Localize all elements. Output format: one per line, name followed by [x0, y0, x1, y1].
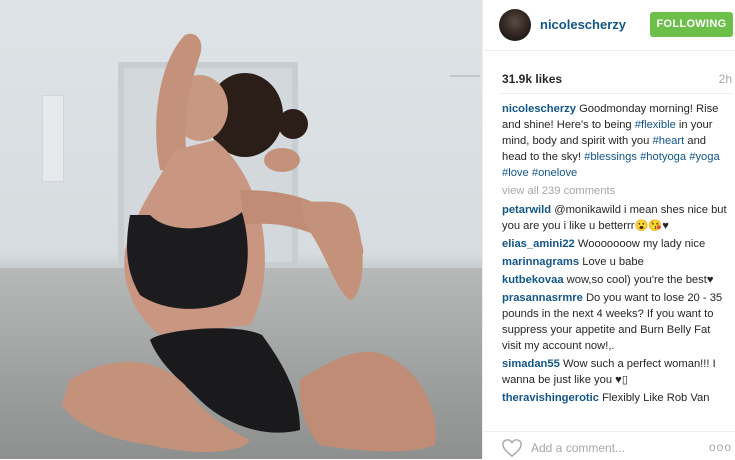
hashtag-link[interactable]: #blessings: [584, 151, 637, 163]
photo-figure: [62, 33, 436, 452]
following-button[interactable]: FOLLOWING: [650, 12, 733, 37]
hashtag-link[interactable]: #hotyoga: [640, 151, 686, 163]
post-time[interactable]: 2h: [719, 72, 732, 86]
caption: nicolescherzy Goodmonday morning! Rise a…: [502, 101, 730, 181]
comment-text: wow,so cool) you're the best♥: [563, 274, 714, 286]
comment-text: Wooooooow my lady nice: [574, 238, 706, 250]
comment-username[interactable]: theravishingerotic: [502, 392, 599, 404]
post-view: nicolescherzy FOLLOWING 31.9k likes 2h n…: [0, 0, 735, 459]
comment-username[interactable]: simadan55: [502, 358, 560, 370]
hashtag-link[interactable]: #love: [502, 167, 529, 179]
hashtag-link[interactable]: #yoga: [689, 151, 719, 163]
view-all-comments-link[interactable]: view all 239 comments: [502, 183, 730, 199]
post-header: nicolescherzy FOLLOWING: [483, 0, 735, 51]
post-side-panel: nicolescherzy FOLLOWING 31.9k likes 2h n…: [482, 0, 735, 459]
comment-text: Love u babe: [579, 256, 644, 268]
caption-username[interactable]: nicolescherzy: [502, 103, 576, 115]
divider: [499, 93, 732, 94]
comment-text: Flexibly Like Rob Van: [598, 392, 710, 404]
post-username[interactable]: nicolescherzy: [540, 17, 626, 32]
post-photo[interactable]: [0, 0, 482, 459]
hashtag-link[interactable]: #flexible: [635, 119, 676, 131]
comment-username[interactable]: kutbekovaa: [502, 274, 564, 286]
add-comment-input[interactable]: Add a comment...: [531, 441, 625, 455]
comment-username[interactable]: petarwild: [502, 204, 551, 216]
heart-icon[interactable]: [501, 438, 523, 458]
comment-entries: petarwild @monikawild i mean shes nice b…: [502, 202, 730, 406]
comment-item: theravishingerotic Flexibly Like Rob Van: [502, 390, 730, 406]
more-options-icon[interactable]: ooo: [709, 440, 732, 454]
comments-list: nicolescherzy Goodmonday morning! Rise a…: [502, 101, 730, 408]
comment-item: petarwild @monikawild i mean shes nice b…: [502, 202, 730, 234]
comment-item: prasannasrmre Do you want to lose 20 - 3…: [502, 290, 730, 354]
comment-item: simadan55 Wow such a perfect woman!!! I …: [502, 356, 730, 388]
hashtag-link[interactable]: #onelove: [532, 167, 577, 179]
comment-username[interactable]: elias_amini22: [502, 238, 575, 250]
hashtag-link[interactable]: #heart: [653, 135, 685, 147]
comment-username[interactable]: prasannasrmre: [502, 292, 583, 304]
comment-bar: Add a comment... ooo: [483, 431, 735, 460]
comment-item: elias_amini22 Wooooooow my lady nice: [502, 236, 730, 252]
comment-username[interactable]: marinnagrams: [502, 256, 579, 268]
avatar[interactable]: [499, 9, 531, 41]
likes-count[interactable]: 31.9k likes: [502, 72, 562, 86]
comment-item: kutbekovaa wow,so cool) you're the best♥: [502, 272, 730, 288]
comment-item: marinnagrams Love u babe: [502, 254, 730, 270]
